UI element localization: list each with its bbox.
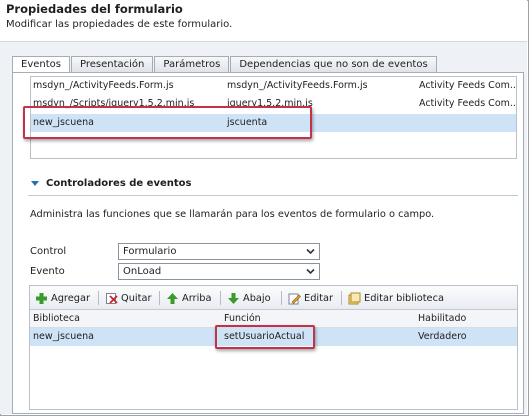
tab-dependencias[interactable]: Dependencias que no son de eventos <box>230 56 437 72</box>
tab-parametros[interactable]: Parámetros <box>154 56 230 72</box>
tab-presentacion[interactable]: Presentación <box>70 56 154 72</box>
event-select-value: OnLoad <box>123 266 162 277</box>
toolbar-divider <box>341 291 342 305</box>
move-down-label: Abajo <box>243 292 271 304</box>
add-label: Agregar <box>51 292 91 304</box>
arrow-down-icon <box>228 292 239 304</box>
highlight-box-function <box>215 325 315 349</box>
control-label: Control <box>30 246 67 257</box>
control-select-value: Formulario <box>123 246 177 257</box>
event-handlers-section-header[interactable]: Controladores de eventos <box>28 174 518 196</box>
move-up-button[interactable]: Arriba <box>166 290 212 306</box>
library-name: msdyn_/ActivityFeeds.Form.js <box>33 80 174 91</box>
dialog-title: Propiedades del formulario <box>6 2 183 16</box>
edit-library-label: Editar biblioteca <box>364 292 444 304</box>
list-item[interactable]: msdyn_/ActivityFeeds.Form.js msdyn_/Acti… <box>31 77 517 95</box>
tab-eventos[interactable]: Eventos <box>12 56 70 73</box>
edit-button[interactable]: Editar <box>288 290 333 306</box>
highlight-box-library <box>23 106 312 139</box>
handler-library: new_jscuena <box>33 331 94 342</box>
library-description: Activity Feeds Com... <box>419 80 517 91</box>
add-button[interactable]: Agregar <box>35 290 90 306</box>
dialog-subtitle: Modificar las propiedades de este formul… <box>6 19 233 30</box>
control-select[interactable]: Formulario <box>118 243 320 260</box>
toolbar-divider <box>220 291 221 305</box>
event-label: Evento <box>30 266 65 277</box>
handler-enabled: Verdadero <box>418 331 467 342</box>
toolbar-divider <box>159 291 160 305</box>
event-select[interactable]: OnLoad <box>118 263 320 280</box>
arrow-up-icon <box>167 292 178 304</box>
delete-icon <box>106 292 118 304</box>
move-up-label: Arriba <box>182 292 212 304</box>
section-title: Controladores de eventos <box>46 178 192 189</box>
handlers-toolbar: Agregar Quitar Arriba Abajo Editar Edita… <box>30 286 517 310</box>
column-header-enabled[interactable]: Habilitado <box>418 310 466 328</box>
dialog-header: Propiedades del formulario Modificar las… <box>0 0 527 42</box>
chevron-down-icon <box>306 248 315 255</box>
handlers-description: Administra las funciones que se llamarán… <box>30 209 435 220</box>
tab-strip: Eventos Presentación Parámetros Dependen… <box>12 56 438 73</box>
library-icon <box>348 292 361 304</box>
library-display-name: msdyn_/ActivityFeeds.Form.js <box>227 80 368 91</box>
collapse-arrow-icon[interactable] <box>31 181 39 186</box>
toolbar-divider <box>98 291 99 305</box>
toolbar-divider <box>281 291 282 305</box>
edit-label: Editar <box>304 292 334 304</box>
remove-button[interactable]: Quitar <box>105 290 152 306</box>
library-description: Activity Feeds Com... <box>419 98 517 109</box>
edit-icon <box>288 293 301 304</box>
move-down-button[interactable]: Abajo <box>227 290 271 306</box>
column-header-library[interactable]: Biblioteca <box>33 310 80 328</box>
edit-library-button[interactable]: Editar biblioteca <box>348 290 444 306</box>
plus-icon <box>36 292 47 304</box>
remove-label: Quitar <box>121 292 152 304</box>
chevron-down-icon <box>306 268 315 275</box>
